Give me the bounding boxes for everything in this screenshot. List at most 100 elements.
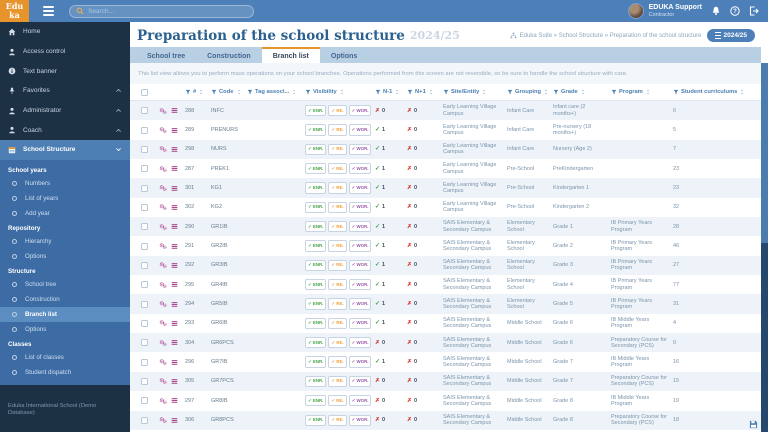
- sidebar-subitem-options[interactable]: Options: [0, 249, 130, 264]
- visibility-enr-button[interactable]: ✓ ENR.: [305, 143, 327, 155]
- visibility-wor-button[interactable]: ✓ WOR.: [348, 337, 372, 349]
- visibility-enr-button[interactable]: ✓ ENR.: [305, 124, 327, 136]
- table-row-gr8ib[interactable]: 297 GR8IB ✓ ENR. ✓ RE. ✓ WOR. ✗ 0 ✗ 0 SAIS Elemen…: [130, 391, 761, 411]
- school-year-button[interactable]: 2024/25: [706, 29, 755, 42]
- visibility-wor-button[interactable]: ✓ WOR.: [348, 163, 372, 175]
- operations-icon[interactable]: [159, 203, 167, 211]
- notifications-button[interactable]: [711, 6, 721, 16]
- column-header-n-1[interactable]: N+1: [404, 89, 440, 95]
- visibility-re-button[interactable]: ✓ RE.: [328, 143, 347, 155]
- visibility-re-button[interactable]: ✓ RE.: [328, 298, 347, 310]
- operations-icon[interactable]: [159, 223, 167, 231]
- operations-icon[interactable]: [159, 165, 167, 173]
- operations-icon[interactable]: [159, 397, 167, 405]
- table-row-prenurs[interactable]: 289 PRENURS ✓ ENR. ✓ RE. ✓ WOR. ✓ 1 ✗ 0 Early Lea…: [130, 120, 761, 140]
- search-input[interactable]: [88, 7, 247, 15]
- visibility-enr-button[interactable]: ✓ ENR.: [305, 356, 327, 368]
- sidebar-subitem-hierarchy[interactable]: Hierarchy: [0, 234, 130, 249]
- operations-icon[interactable]: [159, 300, 167, 308]
- row-checkbox[interactable]: [141, 203, 148, 211]
- sidebar-item-administrator[interactable]: Administrator: [0, 101, 130, 121]
- row-checkbox[interactable]: [141, 223, 148, 231]
- details-list-icon[interactable]: [171, 339, 178, 346]
- visibility-enr-button[interactable]: ✓ ENR.: [305, 240, 327, 252]
- row-checkbox[interactable]: [141, 184, 148, 192]
- row-checkbox[interactable]: [141, 145, 148, 153]
- details-list-icon[interactable]: [171, 320, 178, 327]
- row-checkbox[interactable]: [141, 319, 148, 327]
- table-row-kg2[interactable]: 302 KG2 ✓ ENR. ✓ RE. ✓ WOR. ✓ 1 ✗ 0 Early Learnin…: [130, 197, 761, 218]
- select-all-checkbox[interactable]: [141, 88, 148, 96]
- details-list-icon[interactable]: [171, 204, 178, 211]
- column-header-[interactable]: #: [182, 89, 208, 95]
- table-row-gr3ib[interactable]: 292 GR3IB ✓ ENR. ✓ RE. ✓ WOR. ✓ 1 ✗ 0 SAIS Elemen…: [130, 255, 761, 276]
- visibility-re-button[interactable]: ✓ RE.: [328, 105, 347, 117]
- operations-icon[interactable]: [159, 145, 167, 153]
- visibility-re-button[interactable]: ✓ RE.: [328, 182, 347, 194]
- details-list-icon[interactable]: [171, 223, 178, 230]
- table-row-gr8pcs[interactable]: 306 GR8PCS ✓ ENR. ✓ RE. ✓ WOR. ✗ 0 ✗ 0 SAIS Eleme…: [130, 410, 761, 430]
- table-row-prek1[interactable]: 287 PREK1 ✓ ENR. ✓ RE. ✓ WOR. ✓ 1 ✗ 0 Early Learn…: [130, 159, 761, 179]
- row-checkbox[interactable]: [141, 416, 148, 424]
- sidebar-item-coach[interactable]: Coach: [0, 120, 130, 140]
- sidebar-subitem-list-of-classes[interactable]: List of classes: [0, 350, 130, 365]
- logout-button[interactable]: [749, 6, 759, 16]
- sidebar-subitem-school-tree[interactable]: School tree: [0, 277, 130, 292]
- visibility-wor-button[interactable]: ✓ WOR.: [348, 124, 372, 136]
- visibility-wor-button[interactable]: ✓ WOR.: [348, 221, 372, 233]
- row-checkbox[interactable]: [141, 107, 148, 115]
- visibility-wor-button[interactable]: ✓ WOR.: [348, 182, 372, 194]
- visibility-enr-button[interactable]: ✓ ENR.: [305, 259, 327, 272]
- operations-icon[interactable]: [159, 416, 167, 424]
- sidebar-subitem-student-dispatch[interactable]: Student dispatch: [0, 365, 130, 380]
- column-header-code[interactable]: Code: [208, 89, 244, 95]
- table-row-nurs[interactable]: 298 NURS ✓ ENR. ✓ RE. ✓ WOR. ✓ 1 ✗ 0 Early Learni…: [130, 139, 761, 160]
- column-header-student-curriculums[interactable]: Student curriculums: [670, 89, 746, 95]
- visibility-re-button[interactable]: ✓ RE.: [328, 414, 347, 426]
- visibility-wor-button[interactable]: ✓ WOR.: [348, 259, 372, 272]
- column-header-program[interactable]: Program: [608, 89, 670, 95]
- visibility-enr-button[interactable]: ✓ ENR.: [305, 337, 327, 349]
- visibility-re-button[interactable]: ✓ RE.: [328, 337, 347, 349]
- details-list-icon[interactable]: [171, 107, 178, 114]
- vertical-scrollbar[interactable]: [761, 63, 768, 432]
- visibility-enr-button[interactable]: ✓ ENR.: [305, 201, 327, 214]
- row-checkbox[interactable]: [141, 126, 148, 134]
- visibility-wor-button[interactable]: ✓ WOR.: [348, 356, 372, 368]
- operations-icon[interactable]: [159, 107, 167, 115]
- visibility-wor-button[interactable]: ✓ WOR.: [348, 201, 372, 214]
- details-list-icon[interactable]: [171, 185, 178, 192]
- details-list-icon[interactable]: [171, 127, 178, 134]
- sidebar-subitem-numbers[interactable]: Numbers: [0, 176, 130, 191]
- row-checkbox[interactable]: [141, 242, 148, 250]
- app-logo[interactable]: Edu ka: [0, 0, 29, 22]
- row-checkbox[interactable]: [141, 300, 148, 308]
- visibility-re-button[interactable]: ✓ RE.: [328, 356, 347, 368]
- sidebar-subitem-construction[interactable]: Construction: [0, 292, 130, 307]
- visibility-enr-button[interactable]: ✓ ENR.: [305, 221, 327, 233]
- row-checkbox[interactable]: [141, 165, 148, 173]
- menu-toggle-button[interactable]: [35, 6, 61, 16]
- user-menu[interactable]: EDUKA Support Contractor: [627, 3, 702, 19]
- sidebar-item-access-control[interactable]: Access control: [0, 42, 130, 62]
- sidebar-subitem-branch-list[interactable]: Branch list: [0, 306, 130, 322]
- table-row-gr7pcs[interactable]: 305 GR7PCS ✓ ENR. ✓ RE. ✓ WOR. ✗ 0 ✗ 0 SAIS Eleme…: [130, 371, 761, 392]
- details-list-icon[interactable]: [171, 397, 178, 404]
- visibility-re-button[interactable]: ✓ RE.: [328, 395, 347, 407]
- column-header-site-entity[interactable]: Site/Entity: [440, 89, 504, 95]
- details-list-icon[interactable]: [171, 359, 178, 366]
- row-checkbox[interactable]: [141, 358, 148, 366]
- table-row-infc[interactable]: 288 INFC ✓ ENR. ✓ RE. ✓ WOR. ✗ 0 ✗ 0 Early Learni…: [130, 101, 761, 121]
- table-row-gr6pcs[interactable]: 304 GR6PCS ✓ ENR. ✓ RE. ✓ WOR. ✗ 0 ✗ 0 SAIS Eleme…: [130, 333, 761, 353]
- tab-options[interactable]: Options: [320, 47, 368, 63]
- visibility-wor-button[interactable]: ✓ WOR.: [348, 414, 372, 426]
- details-list-icon[interactable]: [171, 243, 178, 250]
- sidebar-subitem-add-year[interactable]: Add year: [0, 206, 130, 221]
- row-checkbox[interactable]: [141, 339, 148, 347]
- sidebar-item-favorites[interactable]: Favorites: [0, 81, 130, 101]
- table-row-gr1ib[interactable]: 290 GR1IB ✓ ENR. ✓ RE. ✓ WOR. ✓ 1 ✗ 0 SAIS Elemen…: [130, 217, 761, 237]
- sidebar-item-home[interactable]: Home: [0, 22, 130, 42]
- visibility-enr-button[interactable]: ✓ ENR.: [305, 317, 327, 330]
- row-checkbox[interactable]: [141, 261, 148, 269]
- visibility-enr-button[interactable]: ✓ ENR.: [305, 279, 327, 291]
